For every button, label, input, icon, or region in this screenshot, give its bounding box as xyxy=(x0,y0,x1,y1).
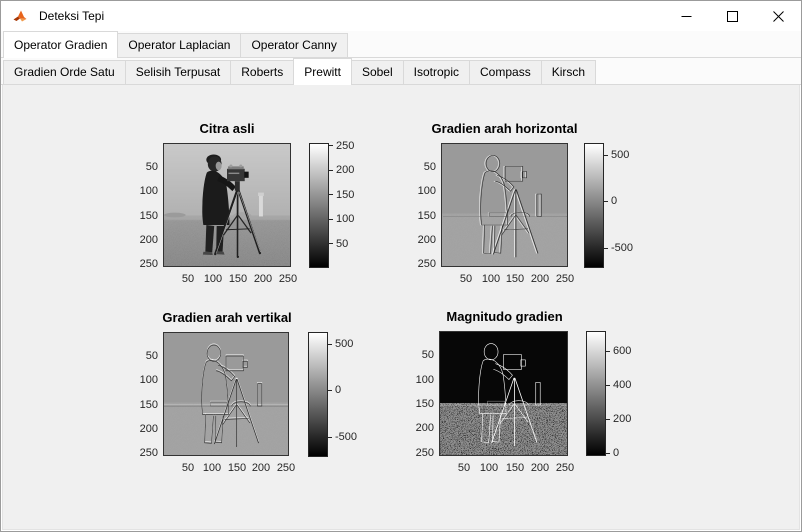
colorbar-tick xyxy=(329,194,333,195)
colorbar-tick xyxy=(606,453,610,454)
colorbar xyxy=(308,332,328,457)
colorbar-tick-label: 200 xyxy=(613,413,632,425)
matlab-logo-icon xyxy=(13,10,27,22)
colorbar-tick-label: 500 xyxy=(335,338,354,350)
window-title: Deteksi Tepi xyxy=(39,9,105,23)
vertical-gradient-image xyxy=(163,332,289,456)
tab-group-gradient-methods: Gradien Orde Satu Selisih Terpusat Rober… xyxy=(1,58,801,85)
tab-selisih-terpusat[interactable]: Selisih Terpusat xyxy=(124,60,232,85)
subplot-citra-asli: Citra asli 50 100 150 200 250 50 100 150… xyxy=(102,119,364,295)
y-tick-label: 50 xyxy=(145,161,158,173)
colorbar-tick xyxy=(329,219,333,220)
colorbar xyxy=(584,143,604,268)
x-tick-label: 250 xyxy=(278,273,298,285)
y-tick-label: 150 xyxy=(415,398,434,410)
figure-canvas: Citra asli 50 100 150 200 250 50 100 150… xyxy=(2,85,800,530)
y-tick-label: 250 xyxy=(417,258,436,270)
tab-isotropic[interactable]: Isotropic xyxy=(402,60,471,85)
y-tick-label: 150 xyxy=(139,399,158,411)
cameraman-image xyxy=(163,143,291,267)
tab-roberts[interactable]: Roberts xyxy=(230,60,295,85)
colorbar-tick xyxy=(606,385,610,386)
subplot-gradien-vertikal: Gradien arah vertikal 50 100 150 200 250… xyxy=(102,308,364,484)
colorbar-tick xyxy=(328,437,332,438)
tab-sobel[interactable]: Sobel xyxy=(350,60,404,85)
colorbar-tick-label: 600 xyxy=(613,345,632,357)
colorbar-tick-label: 50 xyxy=(336,238,349,250)
y-tick-label: 50 xyxy=(423,161,436,173)
colorbar xyxy=(309,143,329,268)
maximize-icon[interactable] xyxy=(709,1,755,31)
y-tick-label: 200 xyxy=(417,234,436,246)
colorbar-tick-label: 500 xyxy=(611,149,630,161)
tab-gradien-orde-satu[interactable]: Gradien Orde Satu xyxy=(3,60,126,85)
y-tick-label: 200 xyxy=(139,423,158,435)
colorbar-tick xyxy=(606,419,610,420)
y-tick-label: 50 xyxy=(145,350,158,362)
plot-title: Gradien arah vertikal xyxy=(162,310,292,325)
colorbar-tick xyxy=(328,390,332,391)
app-window: Deteksi Tepi Operator Gradien Operator L… xyxy=(0,0,802,532)
x-tick-label: 250 xyxy=(276,462,296,474)
tab-group-operators: Operator Gradien Operator Laplacian Oper… xyxy=(1,31,801,58)
colorbar-tick xyxy=(606,351,610,352)
y-tick-label: 150 xyxy=(139,210,158,222)
colorbar-tick xyxy=(329,145,333,146)
y-tick-label: 100 xyxy=(139,374,158,386)
y-tick-label: 200 xyxy=(139,234,158,246)
y-tick-label: 250 xyxy=(139,258,158,270)
colorbar-tick xyxy=(328,344,332,345)
colorbar-tick-label: 150 xyxy=(336,189,355,201)
horizontal-gradient-image xyxy=(441,143,568,267)
tab-operator-gradien[interactable]: Operator Gradien xyxy=(3,31,119,58)
colorbar-tick-label: 250 xyxy=(336,140,355,152)
colorbar-tick-label: 0 xyxy=(611,195,618,207)
x-tick-label: 250 xyxy=(555,462,575,474)
colorbar xyxy=(586,331,606,456)
colorbar-tick-label: 0 xyxy=(335,384,342,396)
plot-title: Citra asli xyxy=(199,121,255,136)
plot-title: Magnitudo gradien xyxy=(446,309,563,324)
colorbar-tick-label: 0 xyxy=(613,447,620,459)
subplot-magnitudo-gradien: Magnitudo gradien 50 100 150 200 250 50 … xyxy=(382,307,644,485)
colorbar-tick-label: 400 xyxy=(613,379,632,391)
plot-title: Gradien arah horizontal xyxy=(431,121,578,136)
y-tick-label: 150 xyxy=(417,210,436,222)
title-bar: Deteksi Tepi xyxy=(1,1,801,31)
minimize-icon[interactable] xyxy=(663,1,709,31)
x-tick-label: 250 xyxy=(555,273,575,285)
subplot-gradien-horizontal: Gradien arah horizontal 50 100 150 200 2… xyxy=(382,119,644,295)
y-tick-label: 50 xyxy=(421,349,434,361)
colorbar-tick xyxy=(329,243,333,244)
tab-prewitt[interactable]: Prewitt xyxy=(293,58,352,85)
tab-compass[interactable]: Compass xyxy=(469,60,542,85)
gradient-magnitude-image xyxy=(439,331,568,456)
colorbar-tick xyxy=(604,201,608,202)
y-tick-label: 250 xyxy=(139,447,158,459)
tab-operator-canny[interactable]: Operator Canny xyxy=(240,33,348,58)
y-tick-label: 100 xyxy=(417,185,436,197)
y-tick-label: 200 xyxy=(415,422,434,434)
colorbar-tick xyxy=(604,155,608,156)
y-tick-label: 100 xyxy=(415,374,434,386)
close-icon[interactable] xyxy=(755,1,801,31)
tab-kirsch[interactable]: Kirsch xyxy=(540,60,597,85)
colorbar-tick-label: 200 xyxy=(336,164,355,176)
colorbar-tick-label: -500 xyxy=(611,242,634,254)
colorbar-tick-label: -500 xyxy=(335,431,358,443)
tab-operator-laplacian[interactable]: Operator Laplacian xyxy=(117,33,242,58)
y-tick-label: 250 xyxy=(415,447,434,459)
colorbar-tick xyxy=(329,170,333,171)
y-tick-label: 100 xyxy=(139,185,158,197)
colorbar-tick-label: 100 xyxy=(336,213,355,225)
colorbar-tick xyxy=(604,248,608,249)
